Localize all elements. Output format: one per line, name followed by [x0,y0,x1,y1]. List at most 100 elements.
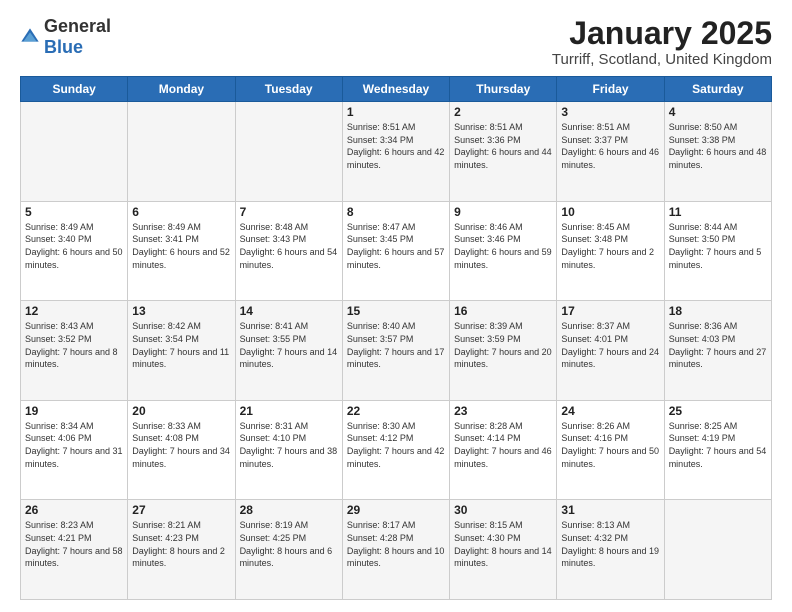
calendar-location: Turriff, Scotland, United Kingdom [552,51,772,68]
cell-week2-day5: 9 Sunrise: 8:46 AMSunset: 3:46 PMDaylight… [450,201,557,301]
day-number: 14 [240,304,338,318]
day-info: Sunrise: 8:36 AMSunset: 4:03 PMDaylight:… [669,320,767,370]
day-info: Sunrise: 8:50 AMSunset: 3:38 PMDaylight:… [669,121,767,171]
cell-week4-day6: 24 Sunrise: 8:26 AMSunset: 4:16 PMDayligh… [557,400,664,500]
day-number: 19 [25,404,123,418]
day-number: 2 [454,105,552,119]
day-number: 4 [669,105,767,119]
day-info: Sunrise: 8:43 AMSunset: 3:52 PMDaylight:… [25,320,123,370]
day-info: Sunrise: 8:47 AMSunset: 3:45 PMDaylight:… [347,221,445,271]
day-number: 28 [240,503,338,517]
day-number: 30 [454,503,552,517]
day-number: 12 [25,304,123,318]
day-number: 6 [132,205,230,219]
day-number: 31 [561,503,659,517]
day-info: Sunrise: 8:48 AMSunset: 3:43 PMDaylight:… [240,221,338,271]
day-info: Sunrise: 8:21 AMSunset: 4:23 PMDaylight:… [132,519,230,569]
cell-week3-day6: 17 Sunrise: 8:37 AMSunset: 4:01 PMDayligh… [557,301,664,401]
day-info: Sunrise: 8:39 AMSunset: 3:59 PMDaylight:… [454,320,552,370]
day-number: 7 [240,205,338,219]
day-info: Sunrise: 8:51 AMSunset: 3:36 PMDaylight:… [454,121,552,171]
header: General Blue January 2025 Turriff, Scotl… [20,16,772,68]
day-info: Sunrise: 8:49 AMSunset: 3:40 PMDaylight:… [25,221,123,271]
day-number: 23 [454,404,552,418]
generalblue-icon [20,27,40,47]
week-row-5: 26 Sunrise: 8:23 AMSunset: 4:21 PMDayligh… [21,500,772,600]
cell-week2-day6: 10Sunrise: 8:45 AMSunset: 3:48 PMDayligh… [557,201,664,301]
day-number: 9 [454,205,552,219]
day-info: Sunrise: 8:51 AMSunset: 3:34 PMDaylight:… [347,121,445,171]
day-number: 24 [561,404,659,418]
col-tuesday: Tuesday [235,77,342,102]
week-row-4: 19 Sunrise: 8:34 AMSunset: 4:06 PMDayligh… [21,400,772,500]
day-number: 11 [669,205,767,219]
cell-week4-day5: 23 Sunrise: 8:28 AMSunset: 4:14 PMDayligh… [450,400,557,500]
cell-week1-day6: 3Sunrise: 8:51 AMSunset: 3:37 PMDaylight… [557,102,664,202]
title-block: January 2025 Turriff, Scotland, United K… [552,16,772,68]
cell-week3-day3: 14 Sunrise: 8:41 AMSunset: 3:55 PMDayligh… [235,301,342,401]
cell-week2-day7: 11 Sunrise: 8:44 AMSunset: 3:50 PMDayligh… [664,201,771,301]
cell-week1-day1 [21,102,128,202]
cell-week1-day2 [128,102,235,202]
day-number: 16 [454,304,552,318]
day-info: Sunrise: 8:31 AMSunset: 4:10 PMDaylight:… [240,420,338,470]
col-thursday: Thursday [450,77,557,102]
logo-general: General [44,16,111,36]
day-info: Sunrise: 8:34 AMSunset: 4:06 PMDaylight:… [25,420,123,470]
cell-week4-day2: 20 Sunrise: 8:33 AMSunset: 4:08 PMDayligh… [128,400,235,500]
cell-week4-day7: 25Sunrise: 8:25 AMSunset: 4:19 PMDayligh… [664,400,771,500]
cell-week5-day5: 30 Sunrise: 8:15 AMSunset: 4:30 PMDayligh… [450,500,557,600]
col-sunday: Sunday [21,77,128,102]
day-number: 26 [25,503,123,517]
day-info: Sunrise: 8:15 AMSunset: 4:30 PMDaylight:… [454,519,552,569]
day-number: 10 [561,205,659,219]
cell-week2-day1: 5 Sunrise: 8:49 AMSunset: 3:40 PMDaylight… [21,201,128,301]
logo: General Blue [20,16,111,58]
day-number: 17 [561,304,659,318]
day-info: Sunrise: 8:28 AMSunset: 4:14 PMDaylight:… [454,420,552,470]
cell-week5-day2: 27Sunrise: 8:21 AMSunset: 4:23 PMDayligh… [128,500,235,600]
cell-week4-day1: 19 Sunrise: 8:34 AMSunset: 4:06 PMDayligh… [21,400,128,500]
day-info: Sunrise: 8:46 AMSunset: 3:46 PMDaylight:… [454,221,552,271]
day-info: Sunrise: 8:17 AMSunset: 4:28 PMDaylight:… [347,519,445,569]
logo-text: General Blue [44,16,111,58]
day-info: Sunrise: 8:49 AMSunset: 3:41 PMDaylight:… [132,221,230,271]
day-number: 18 [669,304,767,318]
calendar-table: Sunday Monday Tuesday Wednesday Thursday… [20,76,772,600]
day-info: Sunrise: 8:19 AMSunset: 4:25 PMDaylight:… [240,519,338,569]
day-info: Sunrise: 8:37 AMSunset: 4:01 PMDaylight:… [561,320,659,370]
day-number: 5 [25,205,123,219]
cell-week3-day2: 13 Sunrise: 8:42 AMSunset: 3:54 PMDayligh… [128,301,235,401]
day-number: 15 [347,304,445,318]
cell-week3-day1: 12 Sunrise: 8:43 AMSunset: 3:52 PMDayligh… [21,301,128,401]
day-info: Sunrise: 8:40 AMSunset: 3:57 PMDaylight:… [347,320,445,370]
cell-week3-day5: 16 Sunrise: 8:39 AMSunset: 3:59 PMDayligh… [450,301,557,401]
day-number: 20 [132,404,230,418]
cell-week5-day3: 28 Sunrise: 8:19 AMSunset: 4:25 PMDayligh… [235,500,342,600]
page: General Blue January 2025 Turriff, Scotl… [0,0,792,612]
day-info: Sunrise: 8:41 AMSunset: 3:55 PMDaylight:… [240,320,338,370]
cell-week5-day7 [664,500,771,600]
day-number: 13 [132,304,230,318]
day-info: Sunrise: 8:33 AMSunset: 4:08 PMDaylight:… [132,420,230,470]
day-info: Sunrise: 8:26 AMSunset: 4:16 PMDaylight:… [561,420,659,470]
calendar-header-row: Sunday Monday Tuesday Wednesday Thursday… [21,77,772,102]
cell-week2-day2: 6 Sunrise: 8:49 AMSunset: 3:41 PMDaylight… [128,201,235,301]
cell-week1-day4: 1 Sunrise: 8:51 AMSunset: 3:34 PMDaylight… [342,102,449,202]
day-info: Sunrise: 8:25 AMSunset: 4:19 PMDaylight:… [669,420,767,470]
day-info: Sunrise: 8:42 AMSunset: 3:54 PMDaylight:… [132,320,230,370]
col-wednesday: Wednesday [342,77,449,102]
cell-week1-day5: 2 Sunrise: 8:51 AMSunset: 3:36 PMDaylight… [450,102,557,202]
cell-week5-day4: 29 Sunrise: 8:17 AMSunset: 4:28 PMDayligh… [342,500,449,600]
day-number: 1 [347,105,445,119]
week-row-1: 1 Sunrise: 8:51 AMSunset: 3:34 PMDaylight… [21,102,772,202]
cell-week2-day4: 8Sunrise: 8:47 AMSunset: 3:45 PMDaylight… [342,201,449,301]
cell-week3-day4: 15 Sunrise: 8:40 AMSunset: 3:57 PMDayligh… [342,301,449,401]
day-info: Sunrise: 8:23 AMSunset: 4:21 PMDaylight:… [25,519,123,569]
logo-blue: Blue [44,37,83,57]
col-monday: Monday [128,77,235,102]
day-number: 29 [347,503,445,517]
day-info: Sunrise: 8:44 AMSunset: 3:50 PMDaylight:… [669,221,767,271]
cell-week1-day3 [235,102,342,202]
day-info: Sunrise: 8:51 AMSunset: 3:37 PMDaylight:… [561,121,659,171]
